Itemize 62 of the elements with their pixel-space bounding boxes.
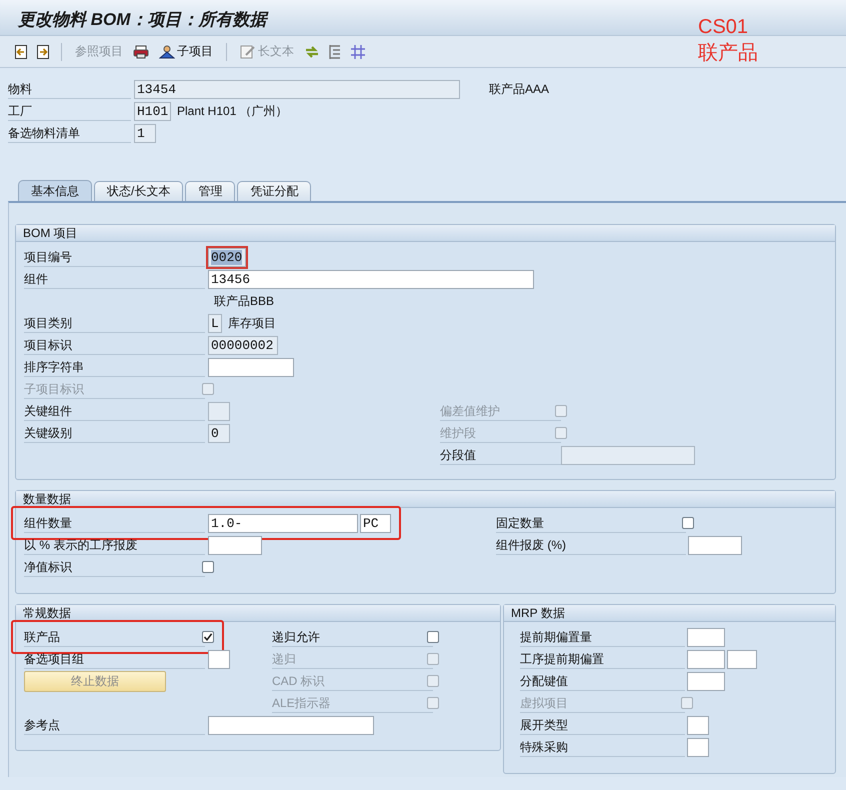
field-label: 备选物料清单 — [8, 124, 131, 142]
checkbox[interactable] — [202, 631, 214, 643]
toolbar-button[interactable]: 子项目 — [157, 43, 215, 60]
list-layout-icon[interactable] — [328, 44, 342, 60]
window-title: 更改物料 BOM：项目：所有数据 — [18, 10, 266, 29]
printer-icon[interactable] — [133, 44, 149, 58]
field-label: 组件数量 — [24, 514, 205, 532]
field-label: 项目标识 — [24, 336, 205, 354]
field-label: 项目编号 — [24, 248, 205, 266]
field-label: 以 % 表示的工序报废 — [24, 536, 205, 554]
value-text: Plant H101 （广州） — [177, 102, 288, 120]
field-label: 工厂 — [8, 102, 131, 120]
annotation-text: CS01 — [698, 15, 750, 40]
tab[interactable]: 基本信息 — [18, 180, 92, 201]
tab[interactable]: 凭证分配 — [237, 181, 312, 201]
input-field[interactable] — [687, 672, 725, 690]
annotation-text: 联产品 — [698, 41, 758, 66]
tab[interactable]: 状态/长文本 — [94, 181, 184, 201]
field-label: 关键级别 — [24, 424, 205, 442]
value-text: 联产品AAA — [489, 80, 550, 98]
field-label: 物料 — [8, 80, 131, 98]
next-page-icon[interactable] — [36, 44, 50, 60]
input-field[interactable] — [687, 738, 709, 756]
field-label: 参考点 — [24, 716, 205, 734]
group-title: MRP 数据 — [511, 606, 565, 620]
value-text: 库存项目 — [228, 314, 276, 332]
input-field[interactable] — [208, 716, 374, 734]
field-label: 组件报废 (%) — [496, 536, 686, 554]
exchange-arrows-icon[interactable] — [304, 44, 320, 60]
input-field[interactable] — [687, 650, 725, 668]
field-label: 排序字符串 — [24, 358, 205, 376]
input-field[interactable]: 13456 — [208, 270, 534, 288]
checkbox[interactable] — [682, 517, 694, 529]
person-icon — [159, 44, 175, 58]
previous-page-icon[interactable] — [14, 44, 28, 60]
input-field[interactable] — [687, 716, 709, 734]
field-label: 关键组件 — [24, 402, 205, 420]
field-label: 组件 — [24, 270, 205, 288]
group-title: 常规数据 — [23, 606, 71, 620]
field-label: 工序提前期偏置 — [520, 650, 685, 668]
group-title: 数量数据 — [23, 492, 71, 506]
checkbox[interactable] — [427, 631, 439, 643]
input-field[interactable] — [208, 358, 294, 376]
field-label: 展开类型 — [520, 716, 685, 734]
input-field[interactable] — [208, 650, 230, 668]
value-text: 联产品BBB — [214, 292, 274, 310]
pencil-document-icon — [240, 44, 256, 58]
input-field[interactable] — [687, 628, 725, 646]
field-label: 项目类别 — [24, 314, 205, 332]
checkbox[interactable] — [202, 561, 214, 573]
input-field[interactable] — [208, 536, 262, 554]
field-label: 备选项目组 — [24, 650, 205, 668]
input-field[interactable]: PC — [360, 514, 391, 532]
input-field[interactable] — [727, 650, 757, 668]
tab[interactable]: 管理 — [185, 181, 236, 201]
input-field[interactable]: 1.0- — [208, 514, 358, 532]
field-label: 提前期偏置量 — [520, 628, 685, 646]
field-label: 特殊采购 — [520, 738, 685, 756]
input-field[interactable] — [688, 536, 742, 554]
group-title: BOM 项目 — [23, 226, 78, 240]
field-label: 分配键值 — [520, 672, 685, 690]
grid-icon[interactable] — [350, 44, 366, 60]
